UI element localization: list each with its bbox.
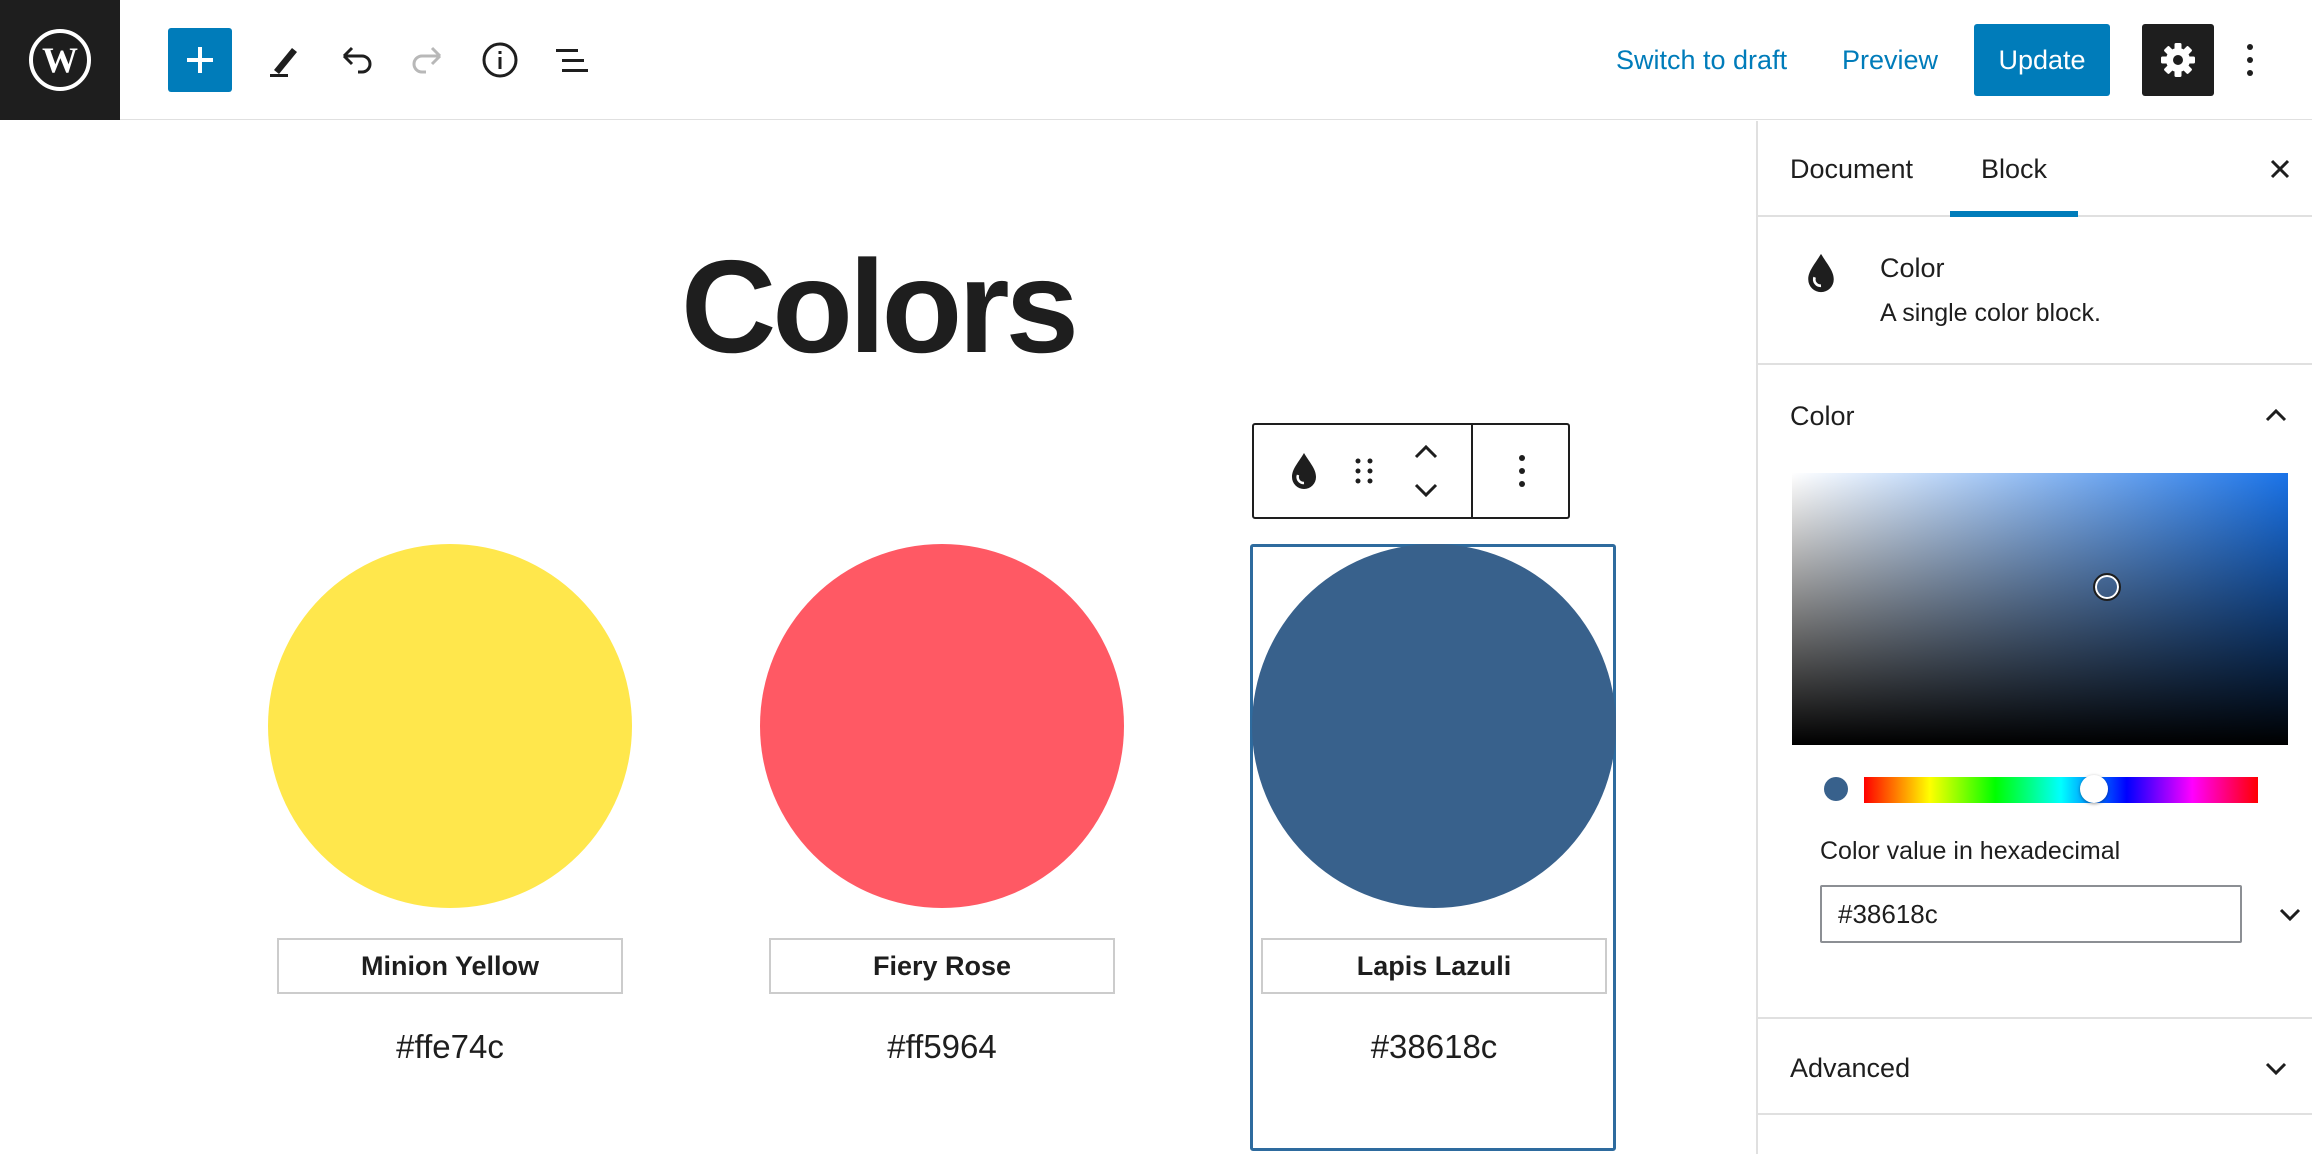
- saturation-picker-handle[interactable]: [2093, 573, 2121, 601]
- top-toolbar: W Switch to draft Preview Update: [0, 0, 2312, 120]
- drop-icon: [1292, 453, 1316, 489]
- gear-icon: [2161, 43, 2195, 77]
- chevron-down-icon[interactable]: [2258, 1051, 2294, 1087]
- undo-icon: [342, 46, 372, 74]
- more-options-button[interactable]: [2232, 32, 2268, 88]
- color-hex-value: #ffe74c: [396, 1028, 504, 1065]
- hex-input[interactable]: [1820, 885, 2242, 943]
- toolbar-separator: [1471, 425, 1473, 517]
- page-title[interactable]: Colors: [0, 241, 1756, 373]
- plus-icon: [187, 47, 213, 73]
- update-button[interactable]: Update: [1974, 24, 2110, 96]
- sidebar-tabs: Document Block: [1758, 121, 2312, 217]
- chevron-up-icon[interactable]: [2258, 397, 2294, 433]
- block-toolbar: [1252, 423, 1570, 519]
- drag-handle-icon: [1355, 458, 1373, 484]
- advanced-panel-title[interactable]: Advanced: [1790, 1053, 1910, 1084]
- settings-sidebar: Document Block Color A single color bloc…: [1756, 121, 2312, 1154]
- list-view-button[interactable]: [544, 32, 600, 88]
- redo-icon: [412, 46, 442, 74]
- info-icon: [482, 42, 518, 78]
- preview-button[interactable]: Preview: [1842, 30, 1938, 90]
- block-card-description: A single color block.: [1880, 299, 2101, 327]
- hue-slider-handle[interactable]: [2080, 775, 2108, 803]
- editor-canvas: Colors Minion Yellow #ffe74c Fiery Rose …: [0, 121, 1756, 1154]
- kebab-icon: [1519, 455, 1525, 487]
- redo-button[interactable]: [400, 32, 456, 88]
- color-hex-value: #38618c: [1370, 1028, 1498, 1065]
- undo-button[interactable]: [328, 32, 384, 88]
- close-icon: [2270, 159, 2290, 179]
- details-button[interactable]: [472, 32, 528, 88]
- pencil-icon: [270, 48, 297, 77]
- list-view-icon: [556, 49, 588, 72]
- hue-slider[interactable]: [1864, 775, 2258, 803]
- block-card-title: Color: [1880, 253, 1945, 283]
- tools-button[interactable]: [256, 32, 312, 88]
- block-options-button[interactable]: [1494, 425, 1550, 517]
- color-block[interactable]: Fiery Rose #ff5964: [760, 544, 1124, 1066]
- color-name-field[interactable]: Lapis Lazuli: [1261, 938, 1607, 994]
- current-color-swatch: [1824, 777, 1848, 801]
- color-block-selected[interactable]: Lapis Lazuli #38618c: [1252, 544, 1616, 1066]
- color-name-field[interactable]: Fiery Rose: [769, 938, 1115, 994]
- color-hex-value: #ff5964: [887, 1028, 997, 1065]
- block-card: Color A single color block.: [1758, 217, 2312, 365]
- switch-to-draft-button[interactable]: Switch to draft: [1616, 30, 1787, 90]
- color-block[interactable]: Minion Yellow #ffe74c: [268, 544, 632, 1066]
- color-swatch-circle: [268, 544, 632, 908]
- tab-block[interactable]: Block: [1950, 121, 2078, 217]
- close-sidebar-button[interactable]: [2258, 147, 2302, 191]
- add-block-button[interactable]: [168, 28, 232, 92]
- panel-divider: [1758, 1113, 2312, 1115]
- block-type-button[interactable]: [1276, 425, 1332, 517]
- svg-text:W: W: [42, 40, 78, 80]
- move-up-down-buttons[interactable]: [1398, 425, 1454, 517]
- wordpress-logo[interactable]: W: [0, 0, 120, 120]
- color-swatch-circle: [760, 544, 1124, 908]
- drop-icon: [1808, 253, 1834, 293]
- tab-document[interactable]: Document: [1790, 121, 1913, 217]
- panel-divider: [1758, 1017, 2312, 1019]
- kebab-icon: [2247, 44, 2253, 76]
- color-panel-title[interactable]: Color: [1790, 401, 1855, 432]
- chevron-down-icon[interactable]: [2272, 897, 2308, 933]
- saturation-value-picker[interactable]: [1792, 473, 2288, 745]
- color-swatch-circle: [1252, 544, 1616, 908]
- chevron-up-down-icon: [1414, 444, 1438, 498]
- settings-button[interactable]: [2142, 24, 2214, 96]
- hex-input-label: Color value in hexadecimal: [1820, 837, 2121, 865]
- drag-handle[interactable]: [1340, 425, 1388, 517]
- color-name-field[interactable]: Minion Yellow: [277, 938, 623, 994]
